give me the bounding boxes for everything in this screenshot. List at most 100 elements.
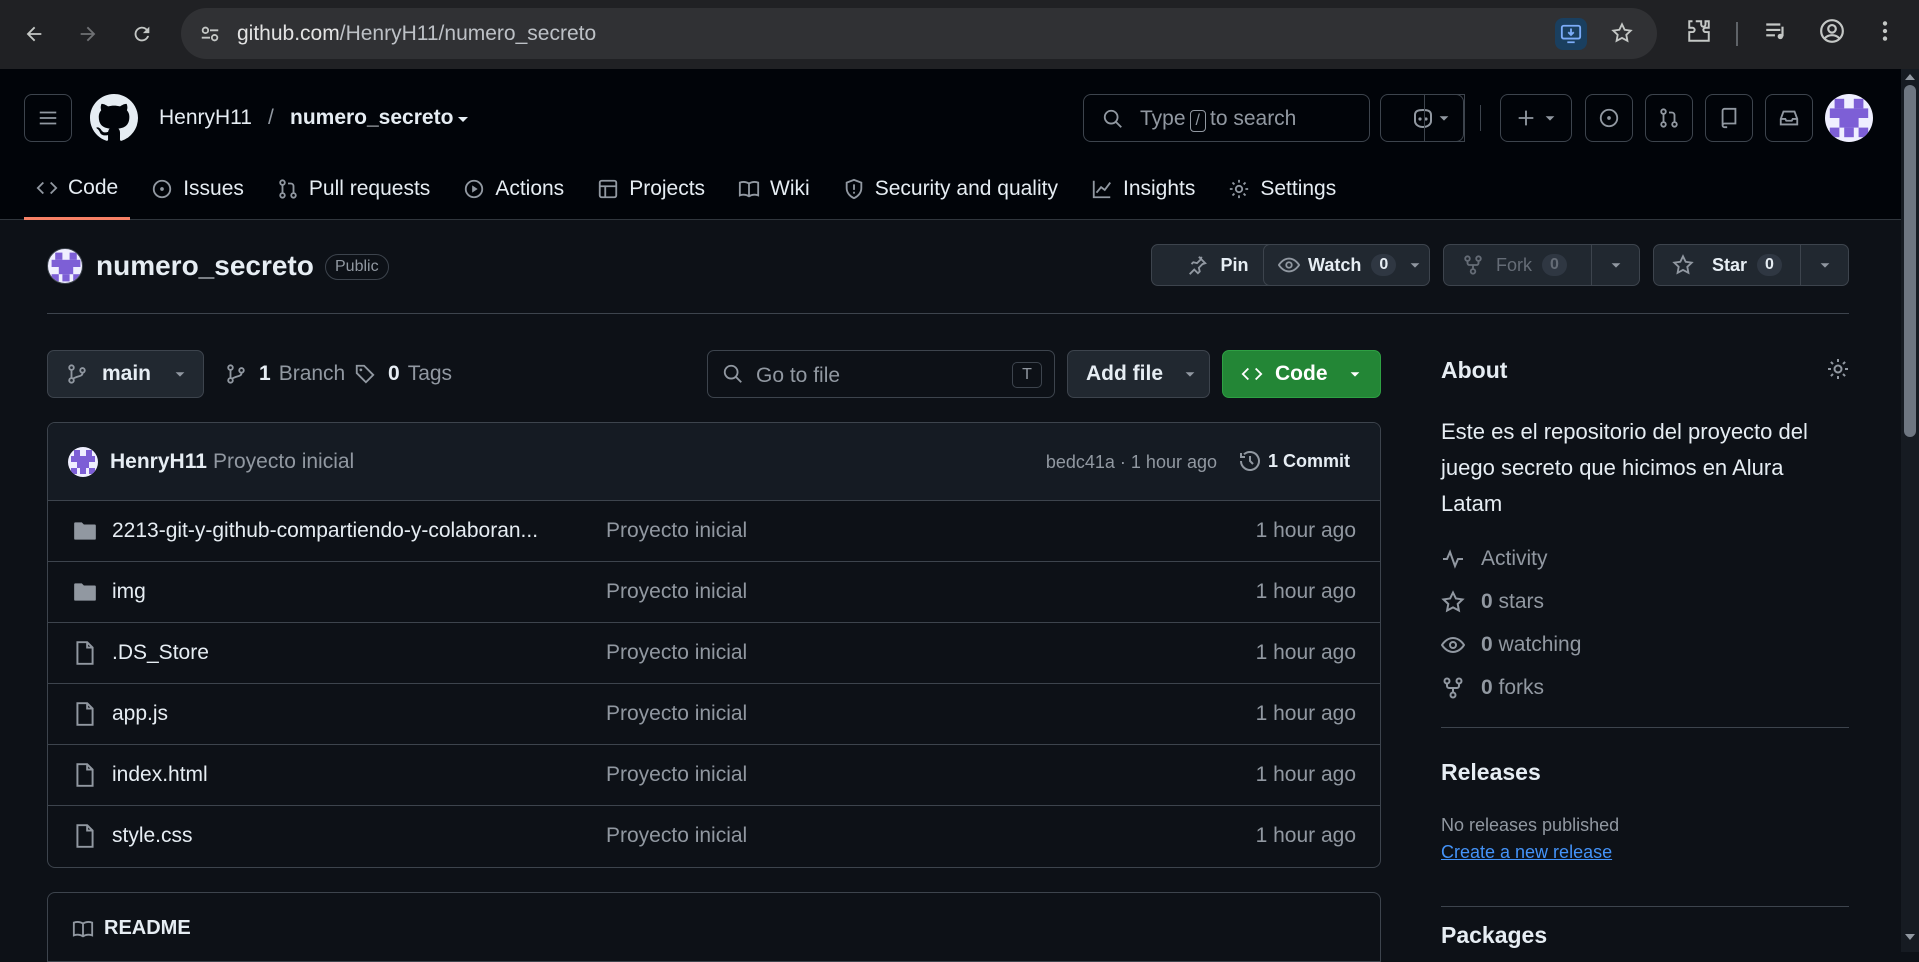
search-hint-type: Type	[1140, 107, 1186, 130]
releases-title[interactable]: Releases	[1441, 759, 1541, 786]
file-row[interactable]: .DS_Store Proyecto inicial 1 hour ago	[48, 623, 1380, 684]
fork-dropdown-chevron-icon[interactable]	[1591, 244, 1640, 286]
tab-wiki[interactable]: Wiki	[726, 158, 822, 220]
commit-author-avatar[interactable]	[68, 447, 98, 477]
packages-title[interactable]: Packages	[1441, 922, 1547, 949]
file-commit-message[interactable]: Proyecto inicial	[606, 580, 747, 604]
repo-owner-avatar[interactable]	[47, 248, 83, 284]
file-commit-message[interactable]: Proyecto inicial	[606, 702, 747, 726]
about-description: Este es el repositorio del proyecto del …	[1441, 419, 1808, 516]
back-arrow-icon[interactable]	[18, 18, 50, 50]
create-new-button[interactable]	[1500, 94, 1572, 142]
file-commit-message[interactable]: Proyecto inicial	[606, 519, 747, 543]
file-row[interactable]: style.css Proyecto inicial 1 hour ago	[48, 806, 1380, 867]
forks-label: forks	[1498, 675, 1545, 699]
file-row[interactable]: app.js Proyecto inicial 1 hour ago	[48, 684, 1380, 745]
file-commit-message[interactable]: Proyecto inicial	[606, 824, 747, 848]
branch-count-label: Branch	[278, 362, 346, 385]
code-button[interactable]: Code	[1222, 350, 1381, 398]
branch-count-link[interactable]: 1 Branch	[225, 362, 345, 386]
tab-issues[interactable]: Issues	[139, 158, 256, 220]
commits-link[interactable]: 1 Commit	[1238, 449, 1350, 473]
site-settings-icon[interactable]	[199, 23, 221, 45]
tab-insights[interactable]: Insights	[1079, 158, 1207, 220]
file-name[interactable]: index.html	[112, 763, 208, 787]
file-list: HenryH11 Proyecto inicial bedc41a · 1 ho…	[47, 422, 1381, 868]
install-app-icon[interactable]	[1555, 18, 1587, 50]
watch-button[interactable]: Watch 0	[1263, 244, 1430, 286]
tab-security[interactable]: Security and quality	[831, 158, 1070, 220]
inbox-icon[interactable]	[1765, 94, 1813, 142]
activity-link[interactable]: Activity	[1441, 537, 1849, 580]
stars-label: stars	[1498, 589, 1545, 613]
file-name[interactable]: img	[112, 580, 146, 604]
commit-author[interactable]: HenryH11	[110, 450, 207, 474]
repositories-icon[interactable]	[1705, 94, 1753, 142]
file-time: 1 hour ago	[1255, 763, 1356, 786]
table-icon	[599, 179, 618, 199]
fork-counter: 0	[1542, 254, 1567, 276]
star-dropdown-chevron-icon[interactable]	[1800, 244, 1849, 286]
tab-code[interactable]: Code	[24, 158, 131, 220]
file-row[interactable]: 2213-git-y-github-compartiendo-y-colabor…	[48, 501, 1380, 562]
search-input[interactable]: Type / to search	[1083, 94, 1370, 142]
file-name[interactable]: style.css	[112, 824, 193, 848]
file-commit-message[interactable]: Proyecto inicial	[606, 763, 747, 787]
tab-projects[interactable]: Projects	[585, 158, 717, 220]
tab-actions[interactable]: Actions	[451, 158, 576, 220]
go-to-file-input[interactable]: Go to file T	[707, 350, 1055, 398]
url-path: /HenryH11/numero_secreto	[339, 22, 597, 45]
tab-settings[interactable]: Settings	[1216, 158, 1348, 220]
forks-link[interactable]: 0 forks	[1441, 666, 1849, 709]
tab-code-label: Code	[68, 175, 119, 199]
stars-link[interactable]: 0 stars	[1441, 580, 1849, 623]
issues-icon[interactable]	[1585, 94, 1633, 142]
file-name[interactable]: 2213-git-y-github-compartiendo-y-colabor…	[112, 519, 538, 543]
fork-button[interactable]: Fork 0	[1443, 244, 1592, 286]
file-row[interactable]: index.html Proyecto inicial 1 hour ago	[48, 745, 1380, 806]
commit-hash-time[interactable]: bedc41a · 1 hour ago	[1046, 452, 1217, 473]
folder-icon	[72, 579, 98, 605]
create-release-link[interactable]: Create a new release	[1441, 842, 1612, 863]
watching-link[interactable]: 0 watching	[1441, 623, 1849, 666]
bookmark-star-icon[interactable]	[1611, 22, 1633, 44]
no-releases-text: No releases published	[1441, 815, 1620, 835]
url-host: github.com	[237, 22, 340, 45]
file-name[interactable]: .DS_Store	[112, 641, 209, 665]
watch-counter: 0	[1371, 254, 1397, 276]
repo-switch-chevron-icon[interactable]	[455, 111, 471, 127]
file-name[interactable]: app.js	[112, 702, 168, 726]
copilot-dropdown-chevron-icon[interactable]	[1424, 94, 1464, 142]
breadcrumb-owner[interactable]: HenryH11	[159, 106, 252, 130]
branch-selector[interactable]: main	[47, 350, 204, 398]
add-file-button[interactable]: Add file	[1067, 350, 1210, 398]
readme-tab[interactable]: README	[72, 917, 191, 940]
extensions-icon[interactable]	[1686, 18, 1712, 44]
watch-chevron-icon[interactable]	[1408, 258, 1422, 272]
scrollbar-thumb[interactable]	[1904, 85, 1916, 437]
tab-pull-requests[interactable]: Pull requests	[265, 158, 442, 220]
hamburger-menu-icon[interactable]	[24, 94, 72, 142]
chrome-menu-icon[interactable]	[1872, 18, 1898, 44]
commit-message[interactable]: Proyecto inicial	[213, 450, 354, 474]
repo-title[interactable]: numero_secreto	[96, 250, 314, 282]
file-row[interactable]: img Proyecto inicial 1 hour ago	[48, 562, 1380, 623]
star-button[interactable]: Star 0	[1653, 244, 1801, 286]
file-commit-message[interactable]: Proyecto inicial	[606, 641, 747, 665]
address-bar[interactable]: github.com/HenryH11/numero_secreto	[181, 8, 1657, 59]
media-control-icon[interactable]	[1763, 18, 1789, 44]
github-logo-icon[interactable]	[90, 94, 138, 142]
avatar[interactable]	[1825, 94, 1873, 142]
profile-icon[interactable]	[1819, 18, 1845, 44]
scroll-down-icon[interactable]	[1904, 932, 1916, 942]
pull-request-icon	[279, 179, 297, 199]
forward-arrow-icon[interactable]	[72, 18, 104, 50]
pull-requests-icon[interactable]	[1645, 94, 1693, 142]
stars-count: 0	[1481, 589, 1493, 613]
reload-icon[interactable]	[126, 18, 158, 50]
tags-link[interactable]: 0 Tags	[354, 362, 452, 386]
star-icon	[1672, 254, 1694, 275]
about-settings-gear-icon[interactable]	[1826, 357, 1850, 381]
breadcrumb-repo[interactable]: numero_secreto	[290, 106, 453, 130]
scroll-up-icon[interactable]	[1904, 72, 1916, 82]
